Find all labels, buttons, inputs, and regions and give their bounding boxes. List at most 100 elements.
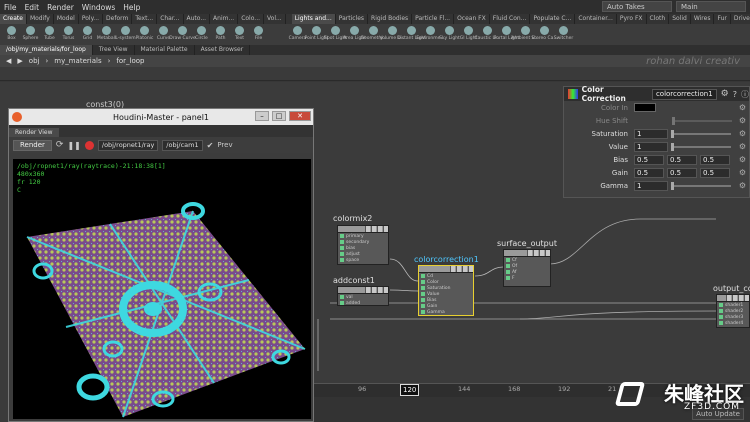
shelf-tab[interactable]: Pyro FX bbox=[617, 14, 647, 24]
node-flag-icon[interactable] bbox=[383, 226, 388, 232]
shelf-tool-button[interactable]: Path bbox=[211, 25, 230, 45]
node-colorcorrection1[interactable]: Cd Color Saturation Value Bias Gain Gamma bbox=[418, 265, 474, 316]
refresh-icon[interactable]: ⟳ bbox=[56, 140, 64, 150]
shelf-tab[interactable]: Populate C... bbox=[530, 14, 576, 24]
path-for-loop[interactable]: for_loop bbox=[116, 57, 144, 65]
pause-icon[interactable]: ❚❚ bbox=[67, 141, 80, 150]
rop-path-field[interactable]: /obj/ropnet1/ray bbox=[97, 139, 159, 151]
node-flag-icon[interactable] bbox=[468, 266, 473, 272]
tab-network[interactable]: /obj/my_materials/for_loop bbox=[0, 45, 93, 55]
node-flag-icon[interactable] bbox=[383, 287, 388, 293]
shelf-tool-button[interactable]: L-system bbox=[115, 25, 136, 45]
shelf-tab[interactable]: Particle Fl... bbox=[412, 14, 455, 24]
path-my-materials[interactable]: my_materials bbox=[54, 57, 101, 65]
timeline-current-frame[interactable]: 120 bbox=[400, 384, 420, 396]
shelf-tab[interactable]: Modify bbox=[27, 14, 54, 24]
param-slider[interactable] bbox=[671, 142, 731, 151]
shelf-tab[interactable]: Colo... bbox=[238, 14, 265, 24]
node-colormix2[interactable]: primary secondary bias adjust space bbox=[337, 225, 389, 265]
param-gear-icon[interactable]: ⚙ bbox=[739, 116, 746, 125]
shelf-tool-button[interactable]: Ambient Li... bbox=[511, 25, 540, 45]
node-flag-icon[interactable] bbox=[545, 250, 550, 256]
tab-render-view[interactable]: Render View bbox=[9, 128, 59, 137]
shelf-tab[interactable]: Text... bbox=[132, 14, 158, 24]
node-surface-output[interactable]: Cf Of Af F bbox=[503, 249, 551, 287]
stop-icon[interactable] bbox=[84, 140, 94, 150]
slider-handle[interactable] bbox=[671, 142, 674, 151]
help-icon[interactable]: ? bbox=[733, 90, 737, 99]
node-flag-icon[interactable] bbox=[726, 295, 731, 301]
shelf-tool-button[interactable]: Environme... bbox=[416, 25, 445, 45]
shelf-tool-button[interactable]: Curve bbox=[154, 25, 173, 45]
node-flag-icon[interactable] bbox=[365, 226, 370, 232]
shelf-tool-button[interactable]: Caustic Li... bbox=[474, 25, 501, 45]
node-port[interactable]: shader4 bbox=[717, 320, 749, 326]
node-port[interactable]: F bbox=[504, 275, 550, 281]
shelf-tab[interactable]: Auto... bbox=[184, 14, 211, 24]
menu-file[interactable]: File bbox=[0, 3, 21, 12]
render-image[interactable]: /obj/ropnet1/ray(raytrace)-21:18:38[1] 4… bbox=[13, 159, 311, 419]
shelf-tab[interactable]: Rigid Bodies bbox=[368, 14, 413, 24]
shelf-tool-button[interactable]: Switcher bbox=[554, 25, 573, 45]
node-header[interactable] bbox=[504, 250, 550, 257]
node-header[interactable] bbox=[717, 295, 749, 302]
param-gear-icon[interactable]: ⚙ bbox=[739, 181, 746, 190]
color-swatch[interactable] bbox=[634, 103, 656, 112]
param-value-field[interactable]: 1 bbox=[634, 180, 668, 191]
param-value-field[interactable]: 1 bbox=[634, 141, 668, 152]
node-output-collect[interactable]: shader1 shader2 shader3 shader4 bbox=[716, 294, 750, 328]
node-flag-icon[interactable] bbox=[527, 250, 532, 256]
shelf-tab[interactable]: Vol... bbox=[264, 14, 286, 24]
node-port[interactable]: Gamma bbox=[419, 309, 473, 315]
shelf-tab[interactable]: Lights and... bbox=[291, 14, 336, 24]
shelf-tool-button[interactable]: Torus bbox=[59, 25, 78, 45]
param-value-field[interactable]: 0.5 bbox=[700, 167, 730, 178]
forward-icon[interactable]: ▶ bbox=[17, 57, 22, 65]
shelf-tab[interactable]: Drive Sim... bbox=[731, 14, 750, 24]
check-icon[interactable]: ✔ bbox=[207, 141, 214, 150]
shelf-tab[interactable]: Solid bbox=[669, 14, 691, 24]
node-header[interactable] bbox=[338, 287, 388, 294]
shelf-tool-button[interactable]: Grid bbox=[78, 25, 97, 45]
shelf-tool-button[interactable]: Geometry... bbox=[360, 25, 387, 45]
node-flag-icon[interactable] bbox=[732, 295, 737, 301]
shelf-tab[interactable]: Deform bbox=[103, 14, 133, 24]
param-slider[interactable] bbox=[672, 116, 732, 125]
shelf-tool-button[interactable]: Text bbox=[230, 25, 249, 45]
shelf-tool-button[interactable]: Sphere bbox=[21, 25, 40, 45]
shelf-tool-button[interactable]: Stereo Ca... bbox=[531, 25, 558, 45]
param-gear-icon[interactable]: ⚙ bbox=[739, 103, 746, 112]
back-icon[interactable]: ◀ bbox=[6, 57, 11, 65]
node-flag-icon[interactable] bbox=[462, 266, 467, 272]
shelf-tab[interactable]: Poly... bbox=[79, 14, 104, 24]
param-value-field[interactable]: 0.5 bbox=[634, 167, 664, 178]
param-value-field[interactable]: 0.5 bbox=[667, 167, 697, 178]
param-slider[interactable] bbox=[671, 181, 731, 190]
shelf-tool-button[interactable]: Box bbox=[2, 25, 21, 45]
slider-handle[interactable] bbox=[672, 116, 675, 125]
node-header[interactable] bbox=[338, 226, 388, 233]
param-value-field[interactable]: 1 bbox=[634, 128, 668, 139]
param-value-field[interactable]: 0.5 bbox=[700, 154, 730, 165]
node-port[interactable]: space bbox=[338, 257, 388, 263]
shelf-tool-button[interactable]: Distant Light bbox=[397, 25, 426, 45]
prev-button[interactable]: Prev bbox=[217, 141, 232, 149]
close-button[interactable]: ✕ bbox=[289, 111, 311, 121]
node-flag-icon[interactable] bbox=[371, 226, 376, 232]
node-addconst1[interactable]: val added bbox=[337, 286, 389, 306]
node-name-field[interactable]: colorcorrection1 bbox=[651, 88, 717, 100]
shelf-tab[interactable]: Fur bbox=[714, 14, 731, 24]
param-gear-icon[interactable]: ⚙ bbox=[739, 142, 746, 151]
minimize-button[interactable]: – bbox=[255, 111, 269, 121]
param-value-field[interactable]: 0.5 bbox=[634, 154, 664, 165]
shelf-tab[interactable]: Cloth bbox=[647, 14, 670, 24]
camera-path-field[interactable]: /obj/cam1 bbox=[162, 139, 203, 151]
shelf-tool-button[interactable]: Portal Light bbox=[494, 25, 519, 45]
shelf-tab[interactable]: Container... bbox=[575, 14, 617, 24]
shelf-tool-button[interactable]: Spot Light bbox=[324, 25, 347, 45]
shelf-tab[interactable]: Anim... bbox=[210, 14, 239, 24]
node-flag-icon[interactable] bbox=[738, 295, 743, 301]
node-header[interactable] bbox=[419, 266, 473, 273]
shelf-tab[interactable]: Particles bbox=[336, 14, 369, 24]
node-flag-icon[interactable] bbox=[365, 287, 370, 293]
